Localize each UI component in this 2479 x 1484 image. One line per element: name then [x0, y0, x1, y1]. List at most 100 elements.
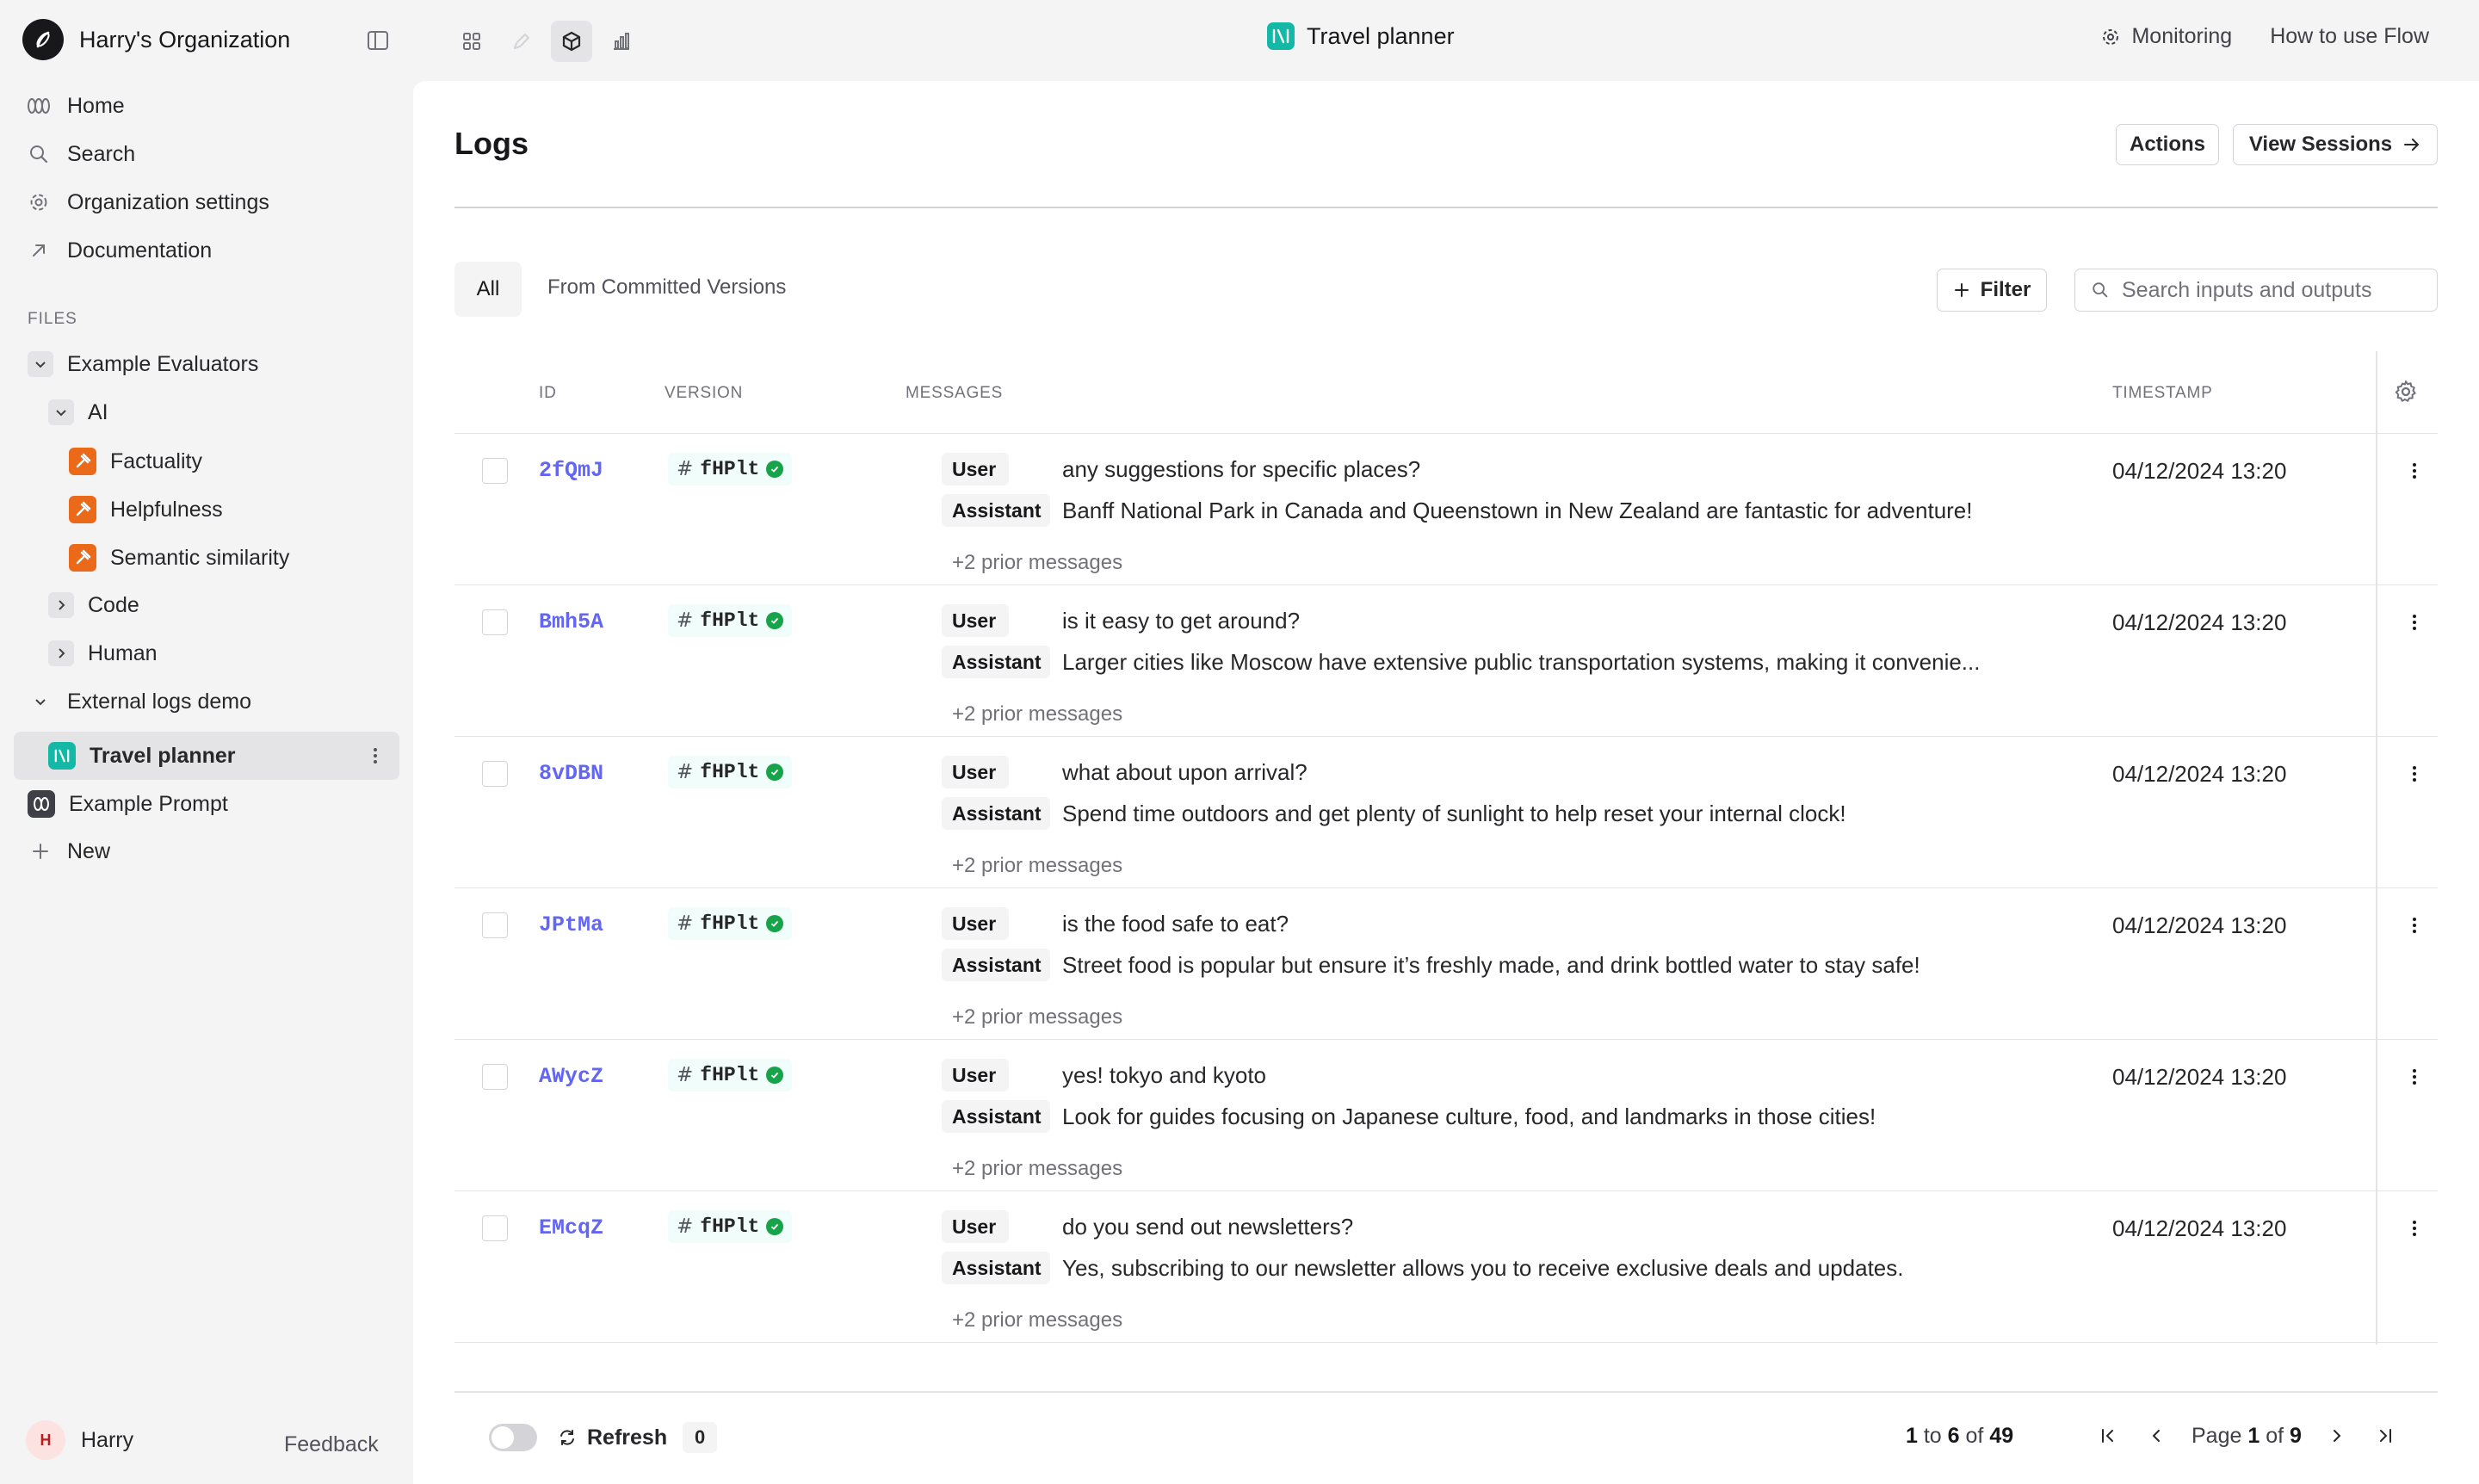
row-checkbox[interactable]	[482, 1215, 508, 1241]
chevron-right-icon[interactable]	[48, 640, 74, 666]
row-menu-icon[interactable]	[2402, 1215, 2427, 1241]
table-row[interactable]: 8vDBN # fHPlt User what about upon arrival…	[454, 737, 2438, 888]
home-icon	[26, 93, 52, 119]
user-menu[interactable]: H Harry	[26, 1420, 133, 1460]
row-menu-icon[interactable]	[2402, 458, 2427, 484]
hash-icon: #	[677, 761, 694, 783]
how-to-link[interactable]: How to use Flow	[2270, 24, 2429, 49]
row-checkbox[interactable]	[482, 912, 508, 938]
table-row[interactable]: Bmh5A # fHPlt User is it easy to get aroun…	[454, 585, 2438, 737]
tree-new-button[interactable]: New	[28, 838, 110, 864]
table-row[interactable]: 2fQmJ # fHPlt User any suggestions for spe…	[454, 434, 2438, 585]
prior-messages[interactable]: +2 prior messages	[952, 702, 1122, 727]
view-sessions-button[interactable]: View Sessions	[2233, 124, 2438, 165]
table-row[interactable]: AWycZ # fHPlt User yes! tokyo and kyoto As…	[454, 1040, 2438, 1191]
refresh-button[interactable]: Refresh 0	[558, 1422, 718, 1453]
tree-folder-example-evaluators[interactable]: Example Evaluators	[28, 351, 258, 377]
chevron-down-icon[interactable]	[28, 351, 53, 377]
prior-messages[interactable]: +2 prior messages	[952, 1308, 1122, 1333]
log-id[interactable]: AWycZ	[539, 1064, 603, 1089]
auto-refresh-toggle[interactable]	[489, 1424, 537, 1451]
more-options-icon[interactable]	[363, 744, 387, 772]
log-id[interactable]: 2fQmJ	[539, 458, 603, 483]
role-badge-assistant: Assistant	[942, 494, 1050, 527]
table-row[interactable]: EMcqZ # fHPlt User do you send out newslet…	[454, 1191, 2438, 1343]
filter-button[interactable]: Filter	[1937, 269, 2047, 312]
search-input[interactable]: Search inputs and outputs	[2074, 269, 2438, 312]
row-checkbox[interactable]	[482, 609, 508, 635]
log-id[interactable]: JPtMa	[539, 912, 603, 937]
monitoring-link[interactable]: Monitoring	[2100, 24, 2232, 49]
tree-file-helpfulness[interactable]: Helpfulness	[69, 496, 223, 523]
row-menu-icon[interactable]	[2402, 1064, 2427, 1090]
row-menu-icon[interactable]	[2402, 912, 2427, 938]
grid-mode-icon[interactable]	[451, 21, 492, 62]
sidebar-item-search[interactable]: Search	[26, 141, 135, 167]
check-circle-icon	[766, 915, 784, 932]
sidebar-item-organization-settings[interactable]: Organization settings	[26, 189, 269, 215]
row-menu-icon[interactable]	[2402, 761, 2427, 787]
tree-file-travel-planner[interactable]: Travel planner	[48, 742, 236, 770]
tab-all[interactable]: All	[454, 262, 522, 317]
role-badge-assistant: Assistant	[942, 646, 1050, 678]
chevron-right-icon[interactable]	[48, 592, 74, 618]
timestamp: 04/12/2024 13:20	[2112, 1215, 2287, 1241]
version-badge[interactable]: # fHPlt	[668, 604, 793, 637]
prior-messages[interactable]: +2 prior messages	[952, 1005, 1122, 1030]
gear-icon	[26, 189, 52, 215]
message-text: is the food safe to eat?	[1062, 910, 1289, 937]
row-checkbox[interactable]	[482, 1064, 508, 1090]
prior-messages[interactable]: +2 prior messages	[952, 1157, 1122, 1181]
log-id[interactable]: Bmh5A	[539, 609, 603, 634]
prior-messages[interactable]: +2 prior messages	[952, 854, 1122, 878]
cube-mode-icon[interactable]	[551, 21, 592, 62]
log-id[interactable]: 8vDBN	[539, 761, 603, 786]
column-header-id[interactable]: ID	[539, 384, 557, 403]
version-badge[interactable]: # fHPlt	[668, 907, 793, 940]
chart-mode-icon[interactable]	[601, 21, 642, 62]
message-text: Spend time outdoors and get plenty of su…	[1062, 800, 1846, 826]
prior-messages[interactable]: +2 prior messages	[952, 551, 1122, 575]
tree-folder-external-logs-demo[interactable]: External logs demo	[28, 689, 251, 714]
sidebar-item-documentation[interactable]: Documentation	[26, 238, 212, 263]
sidebar-item-home[interactable]: Home	[26, 93, 125, 119]
assistant-message: Assistant Larger cities like Moscow have …	[942, 646, 1980, 678]
tree-file-example-prompt[interactable]: Example Prompt	[28, 790, 228, 818]
sidebar-toggle-icon[interactable]	[365, 28, 391, 53]
file-title-text: Travel planner	[1307, 22, 1455, 49]
version-badge[interactable]: # fHPlt	[668, 1210, 793, 1243]
tree-label: Semantic similarity	[110, 545, 290, 570]
tree-file-factuality[interactable]: Factuality	[69, 448, 202, 475]
role-badge-user: User	[942, 1059, 1009, 1091]
column-header-version[interactable]: VERSION	[665, 384, 743, 403]
actions-button[interactable]: Actions	[2116, 124, 2219, 165]
version-badge[interactable]: # fHPlt	[668, 756, 793, 788]
version-id: fHPlt	[700, 761, 760, 783]
feedback-button[interactable]: Feedback	[284, 1432, 379, 1457]
org-switcher[interactable]: Harry's Organization	[22, 19, 290, 60]
row-checkbox[interactable]	[482, 458, 508, 484]
version-badge[interactable]: # fHPlt	[668, 453, 793, 485]
chevron-down-icon[interactable]	[28, 689, 53, 714]
tree-folder-ai[interactable]: AI	[48, 399, 108, 425]
column-settings-icon[interactable]	[2393, 379, 2419, 409]
tab-committed-versions[interactable]: From Committed Versions	[547, 275, 786, 300]
table-row[interactable]: JPtMa # fHPlt User is the food safe to eat…	[454, 888, 2438, 1040]
first-page-icon[interactable]	[2095, 1419, 2121, 1453]
previous-page-icon[interactable]	[2143, 1419, 2169, 1453]
tree-folder-code[interactable]: Code	[48, 592, 139, 618]
row-checkbox[interactable]	[482, 761, 508, 787]
tree-file-semantic-similarity[interactable]: Semantic similarity	[69, 544, 289, 572]
check-circle-icon	[766, 1218, 784, 1235]
pencil-mode-icon[interactable]	[501, 21, 542, 62]
next-page-icon[interactable]	[2324, 1419, 2350, 1453]
tree-folder-human[interactable]: Human	[48, 640, 158, 666]
column-header-timestamp[interactable]: TIMESTAMP	[2112, 384, 2213, 403]
chevron-down-icon[interactable]	[48, 399, 74, 425]
version-badge[interactable]: # fHPlt	[668, 1059, 793, 1091]
row-menu-icon[interactable]	[2402, 609, 2427, 635]
last-page-icon[interactable]	[2372, 1419, 2398, 1453]
log-id[interactable]: EMcqZ	[539, 1215, 603, 1240]
column-header-messages[interactable]: MESSAGES	[906, 384, 1003, 403]
tree-label: Example Evaluators	[67, 351, 259, 376]
